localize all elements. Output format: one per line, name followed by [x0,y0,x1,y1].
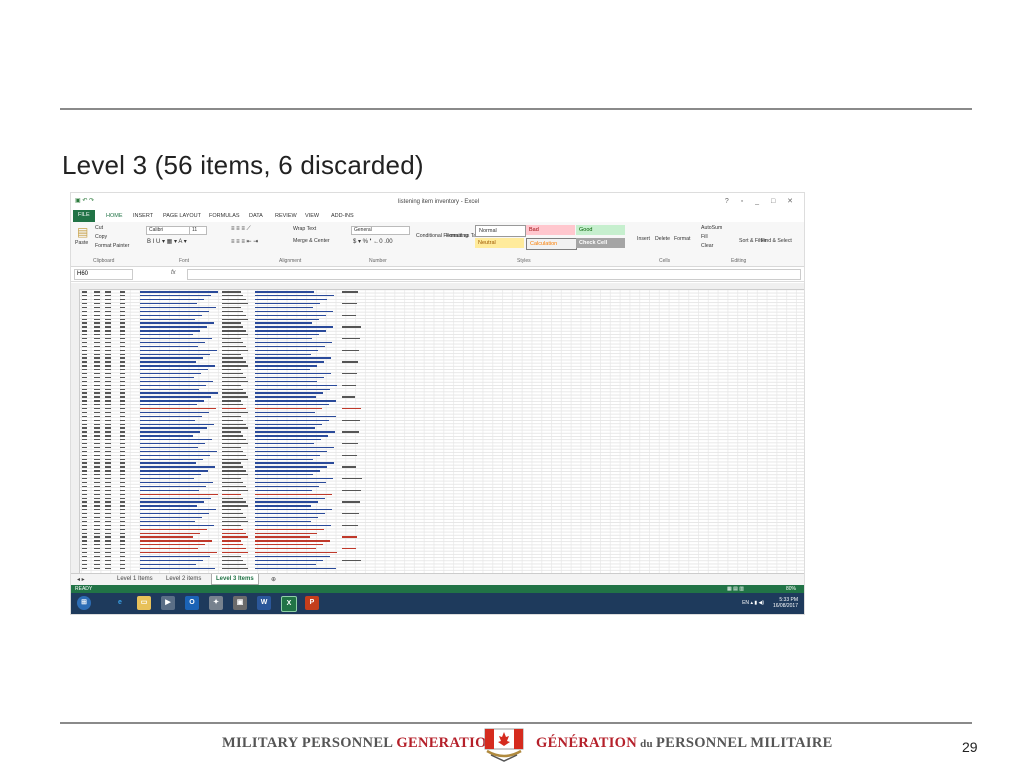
alignment-group-label: Alignment [279,258,302,264]
top-rule [60,108,972,110]
style-normal[interactable]: Normal [475,225,526,237]
clear-button[interactable]: Clear [701,243,713,249]
align-top-icons[interactable]: ≡ ≡ ≡ ⟋ [231,226,251,233]
wrap-text-button[interactable]: Wrap Text [293,226,316,232]
name-box[interactable]: H60 [74,269,133,280]
clock[interactable]: 5:33 PM 16/08/2017 [773,597,798,609]
style-bad[interactable]: Bad [526,225,575,235]
cut-button[interactable]: Cut [95,225,103,231]
fx-icon[interactable]: fx [171,270,176,276]
system-tray: EN ▴ ▮ ◀) [742,600,764,606]
tab-review[interactable]: REVIEW [275,213,297,219]
find-select-button[interactable]: Find & Select [761,238,792,244]
paste-button[interactable]: Paste [75,240,88,246]
paste-icon[interactable]: ▤ [77,225,88,239]
style-good[interactable]: Good [576,225,625,235]
style-check-cell[interactable]: Check Cell [576,238,625,248]
windows-taskbar: ⊞ e ▭ ▶ O ✦ ▣ W X P EN ▴ ▮ ◀) 5:33 PM 16… [71,593,804,614]
format-painter-button[interactable]: Format Painter [95,243,129,249]
language-indicator[interactable]: EN [742,600,749,606]
font-name-select[interactable]: Calibri [146,226,190,235]
outlook-icon[interactable]: O [185,596,199,610]
ie-icon[interactable]: e [113,596,127,610]
powerpoint-icon[interactable]: P [305,596,319,610]
tab-page-layout[interactable]: PAGE LAYOUT [163,213,201,219]
tab-formulas[interactable]: FORMULAS [209,213,240,219]
org-en-prefix: MILITARY PERSONNEL [222,735,397,751]
clipboard-group-label: Clipboard [93,258,115,264]
excel-title-bar: ▣ ↶ ↷ listening item inventory - Excel ?… [71,193,804,210]
number-group-label: Number [369,258,387,264]
app-icon[interactable]: ▣ [233,596,247,610]
font-size-select[interactable]: 11 [189,226,207,235]
page-number: 29 [962,739,978,755]
table-row[interactable] [80,566,410,570]
spreadsheet-rows [80,290,410,570]
window-title: listening item inventory - Excel [398,199,480,205]
style-calculation[interactable]: Calculation [526,238,577,250]
footer-rule [60,722,972,724]
tab-file[interactable]: FILE [73,210,95,222]
tab-data[interactable]: DATA [249,213,263,219]
tools-icon[interactable]: ✦ [209,596,223,610]
formula-input[interactable] [187,269,801,280]
tab-insert[interactable]: INSERT [133,213,153,219]
font-group-label: Font [179,258,190,264]
excel-icon[interactable]: X [281,596,297,612]
view-mode-icons[interactable]: ▦ ▤ ▥ [727,585,744,593]
column-headers[interactable] [71,283,804,290]
window-controls-icon[interactable]: ? ▫ _ □ ✕ [725,197,798,205]
slide-title: Level 3 (56 items, 6 discarded) [62,150,424,180]
row-headers[interactable] [71,289,80,573]
fill-button[interactable]: Fill [701,234,708,240]
status-bar: READY ▦ ▤ ▥ 80% [71,585,804,593]
zoom-level[interactable]: 80% [786,585,796,593]
sheet-nav-icon[interactable]: ◂ ▸ [77,576,85,583]
status-text: READY [75,586,93,592]
ribbon-tabs: FILE HOME INSERT PAGE LAYOUT FORMULAS DA… [71,210,804,222]
add-sheet-icon[interactable]: ⊕ [271,576,276,583]
merge-center-button[interactable]: Merge & Center [293,238,330,244]
delete-cells-button[interactable]: Delete [655,236,670,242]
sheet-tab-level-1[interactable]: Level 1 Items [117,576,153,582]
org-fr-highlight: GÉNÉRATION [536,735,638,751]
sheet-tab-level-3[interactable]: Level 3 Items [211,574,259,585]
org-name-fr: GÉNÉRATION du PERSONNEL MILITAIRE [536,735,833,752]
explorer-icon[interactable]: ▭ [137,596,151,610]
org-name-en: MILITARY PERSONNEL GENERATION [222,735,497,752]
insert-cells-button[interactable]: Insert [637,236,650,242]
ribbon: ▤ Paste Cut Copy Format Painter Clipboar… [71,222,804,267]
quick-access-icon[interactable]: ▣ ↶ ↷ [75,197,94,204]
style-neutral[interactable]: Neutral [475,238,524,248]
cells-group-label: Cells [659,258,671,264]
tab-home[interactable]: HOME [106,213,123,219]
number-format-icons[interactable]: $ ▾ % ❜ ←0 .00 [353,238,393,245]
org-fr-middle: du [637,738,656,750]
sheet-tab-level-2[interactable]: Level 2 items [166,576,201,582]
start-icon[interactable]: ⊞ [77,596,91,610]
styles-group-label: Styles [517,258,531,264]
copy-button[interactable]: Copy [95,234,107,240]
editing-group-label: Editing [731,258,747,264]
autosum-button[interactable]: AutoSum [701,225,722,231]
excel-screenshot: ▣ ↶ ↷ listening item inventory - Excel ?… [70,192,805,615]
tab-view[interactable]: VIEW [305,213,319,219]
font-style-icons[interactable]: B I U ▾ ▦ ▾ A ▾ [147,238,187,245]
formula-bar: H60 fx [71,267,804,282]
clock-date: 16/08/2017 [772,603,798,609]
tab-add-ins[interactable]: ADD-INS [331,213,354,219]
tray-icons[interactable]: ▴ ▮ ◀) [750,600,764,606]
format-cells-button[interactable]: Format [674,236,690,242]
org-fr-suffix: PERSONNEL MILITAIRE [655,735,833,751]
media-icon[interactable]: ▶ [161,596,175,610]
number-format-select[interactable]: General [351,226,410,235]
word-icon[interactable]: W [257,596,271,610]
align-horizontal-icons[interactable]: ≡ ≡ ≡ ⇤ ⇥ [231,238,258,245]
crest-logo [484,728,524,762]
